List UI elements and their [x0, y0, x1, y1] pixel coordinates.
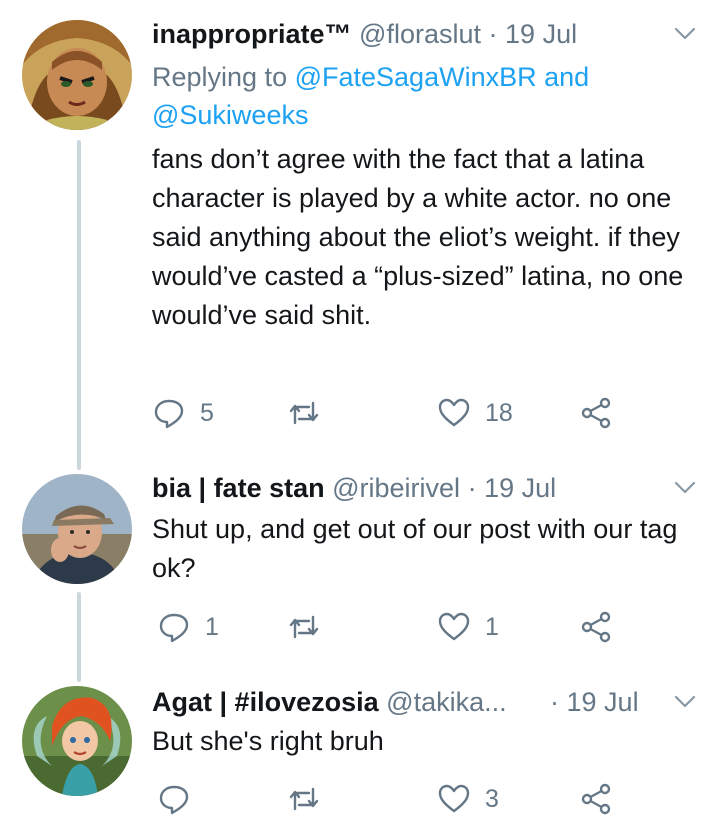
- tweet-text: Shut up, and get out of our post with ou…: [152, 514, 678, 583]
- tweet-header: Agat | #ilovezosia @takika... · 19 Jul: [152, 682, 700, 722]
- reply-icon: [159, 785, 189, 815]
- chevron-down-icon[interactable]: [670, 472, 700, 502]
- separator-dot: ·: [550, 687, 559, 717]
- retweet-button[interactable]: [287, 393, 335, 433]
- replying-prefix: Replying to: [152, 62, 295, 92]
- thread-line: [77, 140, 81, 470]
- avatar-image: [22, 686, 132, 796]
- display-name[interactable]: Agat | #ilovezosia: [152, 687, 379, 717]
- separator-dot: ·: [467, 473, 477, 503]
- timestamp[interactable]: 19 Jul: [505, 19, 577, 49]
- share-button[interactable]: [579, 607, 613, 647]
- chevron-down-icon[interactable]: [670, 686, 700, 716]
- reply-button[interactable]: 1: [157, 607, 219, 647]
- like-count: 1: [485, 612, 499, 641]
- retweet-icon: [289, 615, 319, 639]
- replying-and: and: [536, 62, 590, 92]
- avatar[interactable]: [22, 20, 132, 130]
- like-count: 18: [485, 398, 513, 427]
- like-button[interactable]: 3: [437, 779, 499, 819]
- avatar-image: [22, 474, 132, 584]
- tweet-text: fans don’t agree with the fact that a la…: [152, 144, 684, 330]
- separator-dot: ·: [488, 19, 498, 49]
- like-button[interactable]: 18: [437, 393, 513, 433]
- reply-icon: [159, 613, 189, 643]
- reply-button[interactable]: [157, 779, 205, 819]
- user-handle[interactable]: @ribeirivel: [332, 473, 460, 503]
- chevron-down-icon[interactable]: [670, 18, 700, 48]
- reply-count: 5: [200, 398, 214, 427]
- tweet-actions: 3: [152, 779, 632, 819]
- replying-to: Replying to @FateSagaWinxBR and @Sukiwee…: [152, 58, 652, 134]
- display-name[interactable]: inappropriate™: [152, 19, 352, 49]
- share-icon: [581, 783, 611, 815]
- display-name[interactable]: bia | fate stan: [152, 473, 325, 503]
- timestamp[interactable]: 19 Jul: [567, 687, 639, 717]
- mention-link[interactable]: @FateSagaWinxBR: [295, 62, 537, 92]
- tweet-actions: 1 1: [152, 607, 632, 647]
- retweet-button[interactable]: [287, 779, 335, 819]
- avatar-image: [22, 20, 132, 130]
- tweet-header: inappropriate™ @floraslut · 19 Jul: [152, 14, 700, 54]
- heart-icon: [438, 612, 470, 641]
- timestamp-group: · 19 Jul: [550, 682, 639, 722]
- like-count: 3: [485, 784, 499, 813]
- heart-icon: [438, 398, 470, 427]
- tweet-actions: 5 18: [152, 393, 632, 433]
- avatar[interactable]: [22, 474, 132, 584]
- retweet-icon: [289, 787, 319, 811]
- thread-line: [77, 592, 81, 682]
- reply-count: 1: [205, 612, 219, 641]
- share-icon: [581, 397, 611, 429]
- heart-icon: [438, 784, 470, 813]
- mention-link[interactable]: @Sukiweeks: [152, 100, 308, 130]
- tweet-text: But she's right bruh: [152, 726, 384, 756]
- avatar[interactable]: [22, 686, 132, 796]
- retweet-icon: [289, 401, 319, 425]
- user-handle[interactable]: @floraslut: [359, 19, 481, 49]
- reply-icon: [154, 399, 184, 429]
- share-button[interactable]: [579, 779, 613, 819]
- tweet-header: bia | fate stan @ribeirivel · 19 Jul: [152, 468, 700, 508]
- like-button[interactable]: 1: [437, 607, 499, 647]
- reply-button[interactable]: 5: [152, 393, 214, 433]
- timestamp[interactable]: 19 Jul: [484, 473, 556, 503]
- share-icon: [581, 611, 611, 643]
- retweet-button[interactable]: [287, 607, 335, 647]
- share-button[interactable]: [579, 393, 613, 433]
- user-handle[interactable]: @takika...: [386, 687, 506, 717]
